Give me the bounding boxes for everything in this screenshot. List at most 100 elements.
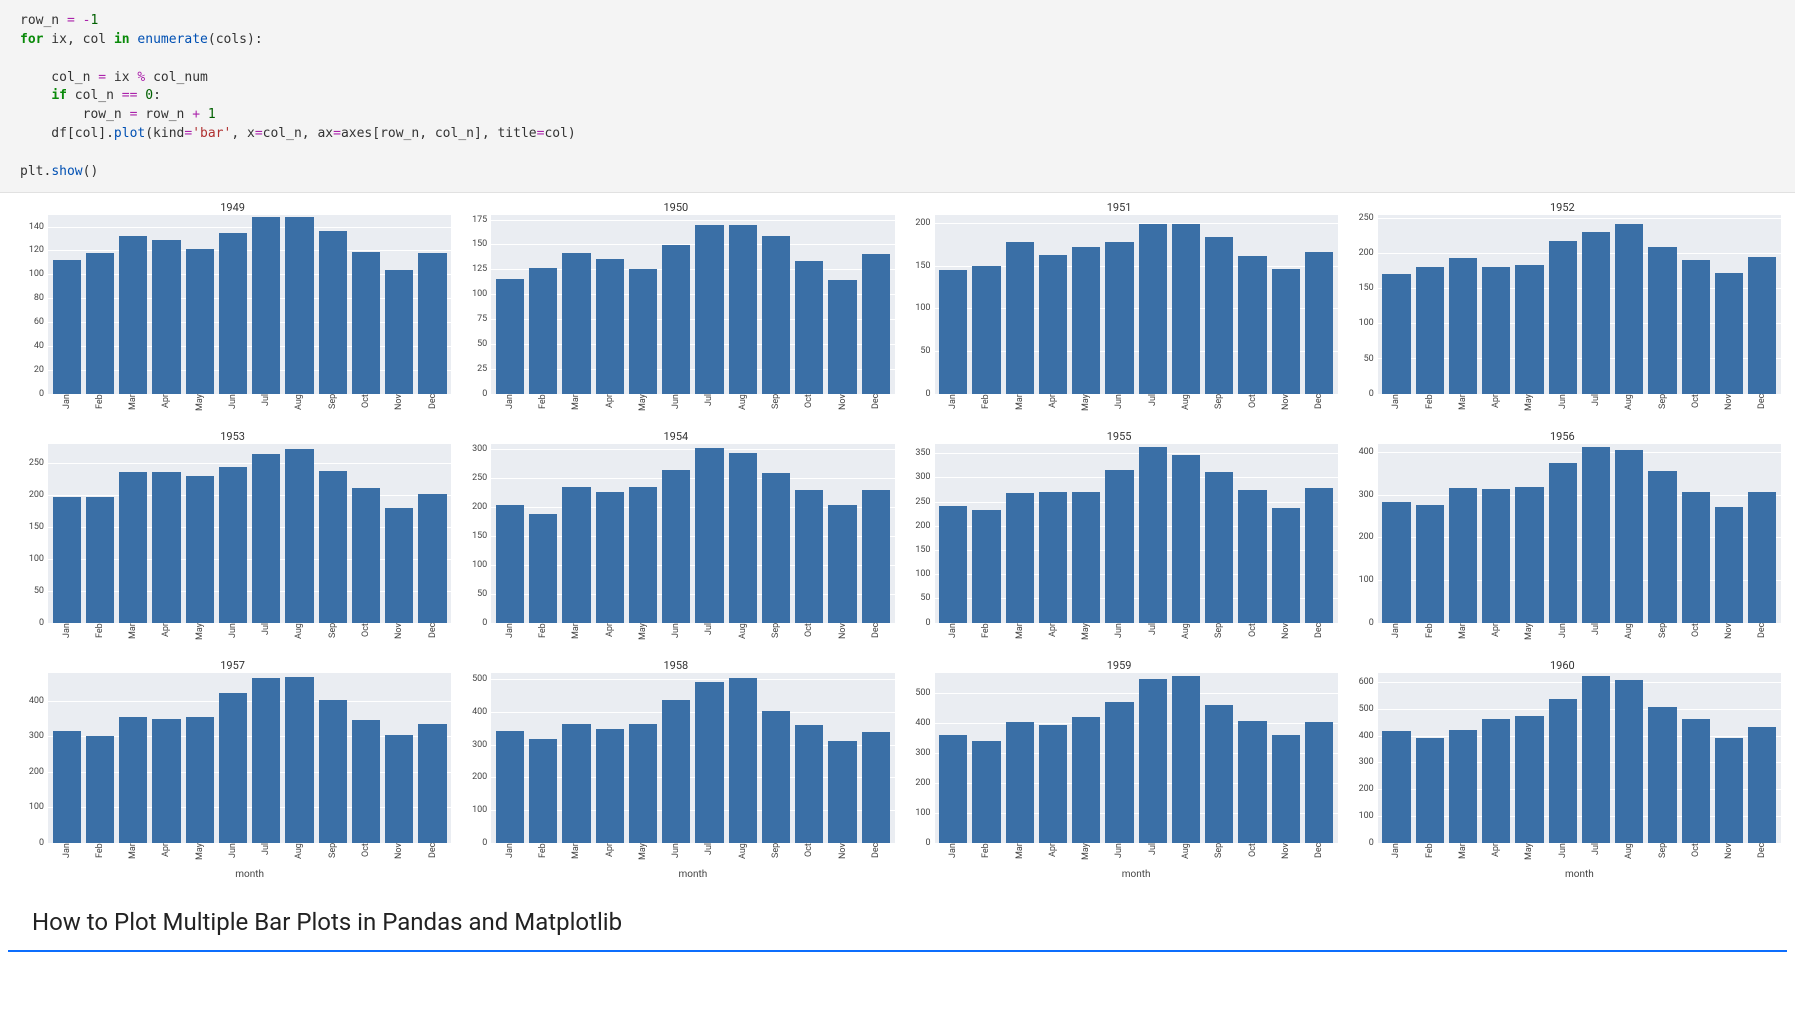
- bar-Oct: [795, 490, 823, 622]
- x-tick-label: Feb: [95, 843, 105, 865]
- bar-Jun: [219, 233, 247, 394]
- x-tick-label: May: [195, 623, 205, 645]
- bars: [935, 673, 1338, 843]
- x-tick-label: Oct: [1691, 394, 1701, 416]
- bar-May: [186, 249, 214, 393]
- x-tick-label: Mar: [571, 623, 581, 645]
- y-tick-label: 150: [29, 522, 44, 532]
- y-tick-label: 400: [1359, 447, 1374, 457]
- plot-box: [491, 444, 894, 623]
- y-tick-label: 200: [1359, 532, 1374, 542]
- bar-Sep: [1648, 471, 1676, 622]
- y-tick-label: 400: [915, 718, 930, 728]
- y-tick-label: 500: [915, 688, 930, 698]
- bar-Sep: [319, 231, 347, 393]
- y-tick-label: 200: [29, 490, 44, 500]
- y-tick-label: 250: [472, 473, 487, 483]
- chart-body: 020406080100120140: [14, 215, 451, 394]
- x-tick-label: Sep: [771, 843, 781, 865]
- x-tick-label: Nov: [1724, 623, 1734, 645]
- bar-Oct: [1238, 721, 1266, 842]
- bar-Apr: [1039, 492, 1067, 622]
- chart-body: 050100150200250300: [457, 444, 894, 623]
- x-tick-label: Oct: [804, 843, 814, 865]
- bar-Feb: [972, 266, 1000, 394]
- code-block: row_n = -1 for ix, col in enumerate(cols…: [0, 0, 1795, 193]
- x-tick-label: Dec: [1757, 623, 1767, 645]
- x-tick-label: Jun: [1114, 843, 1124, 865]
- bar-May: [186, 476, 214, 622]
- y-axis: 050100150200: [901, 215, 935, 394]
- bar-Aug: [285, 677, 313, 842]
- x-tick-label: Sep: [328, 623, 338, 645]
- gridline: [491, 623, 894, 624]
- x-tick-label: Apr: [1048, 394, 1058, 416]
- y-tick-label: 150: [915, 545, 930, 555]
- chart-title: 1958: [457, 657, 894, 673]
- y-tick-label: 50: [34, 586, 44, 596]
- y-tick-label: 250: [1359, 213, 1374, 223]
- y-axis: 050100150200250300: [457, 444, 491, 623]
- x-tick-label: Jul: [1591, 394, 1601, 416]
- bar-Dec: [1748, 492, 1776, 622]
- x-tick-label: Jun: [1114, 394, 1124, 416]
- code-token: ix: [106, 70, 137, 85]
- x-tick-label: Mar: [1015, 623, 1025, 645]
- bar-Apr: [1482, 719, 1510, 842]
- bar-Jul: [252, 454, 280, 623]
- y-tick-label: 0: [482, 838, 487, 848]
- y-tick-label: 25: [477, 364, 487, 374]
- gridline: [1378, 394, 1781, 395]
- chart-1959: 19590100200300400500JanFebMarAprMayJunJu…: [901, 657, 1338, 882]
- y-tick-label: 100: [1359, 575, 1374, 585]
- bar-Mar: [1449, 258, 1477, 393]
- x-tick-label: Feb: [1425, 623, 1435, 645]
- y-tick-label: 100: [1359, 318, 1374, 328]
- chart-1950: 19500255075100125150175JanFebMarAprMayJu…: [457, 199, 894, 424]
- x-tick-label: Mar: [571, 843, 581, 865]
- x-tick-label: Mar: [571, 394, 581, 416]
- plot-box: [935, 444, 1338, 623]
- x-tick-label: Feb: [538, 394, 548, 416]
- code-token: =: [255, 126, 263, 141]
- x-tick-label: May: [1081, 394, 1091, 416]
- bar-Oct: [352, 488, 380, 623]
- plot-background: [935, 215, 1338, 394]
- y-tick-label: 100: [29, 269, 44, 279]
- x-tick-label: Jul: [261, 623, 271, 645]
- bar-Mar: [119, 236, 147, 394]
- x-tick-label: Mar: [1015, 843, 1025, 865]
- x-tick-label: Aug: [1624, 843, 1634, 865]
- bar-Sep: [762, 473, 790, 623]
- x-tick-label: Feb: [95, 394, 105, 416]
- y-tick-label: 50: [477, 589, 487, 599]
- x-labels: JanFebMarAprMayJunJulAugSepOctNovDec: [935, 394, 1338, 424]
- code-token: row_n: [20, 107, 130, 122]
- x-tick-label: Oct: [804, 623, 814, 645]
- x-labels: JanFebMarAprMayJunJulAugSepOctNovDec: [48, 394, 451, 424]
- code-token: enumerate: [137, 32, 207, 47]
- x-tick-label: Jan: [948, 394, 958, 416]
- x-tick-label: Nov: [838, 394, 848, 416]
- bar-Aug: [285, 449, 313, 623]
- bar-Jan: [496, 279, 524, 393]
- bar-Mar: [562, 487, 590, 623]
- x-tick-label: Jun: [1558, 843, 1568, 865]
- y-tick-label: 200: [915, 218, 930, 228]
- code-token: (cols):: [208, 32, 263, 47]
- bar-Jul: [695, 682, 723, 843]
- bar-Sep: [1205, 705, 1233, 843]
- x-tick-label: Jun: [671, 843, 681, 865]
- chart-title: 1953: [14, 428, 451, 444]
- y-tick-label: 500: [472, 674, 487, 684]
- y-tick-label: 0: [482, 618, 487, 628]
- y-axis: 050100150200250300350: [901, 444, 935, 623]
- bar-Dec: [1305, 488, 1333, 622]
- y-tick-label: 50: [1364, 354, 1374, 364]
- x-tick-label: Jan: [505, 843, 515, 865]
- bar-Jun: [1549, 241, 1577, 394]
- bar-May: [1515, 716, 1543, 842]
- code-token: 0: [145, 88, 153, 103]
- chart-body: 050100150200250: [1344, 215, 1781, 394]
- chart-1957: 19570100200300400JanFebMarAprMayJunJulAu…: [14, 657, 451, 882]
